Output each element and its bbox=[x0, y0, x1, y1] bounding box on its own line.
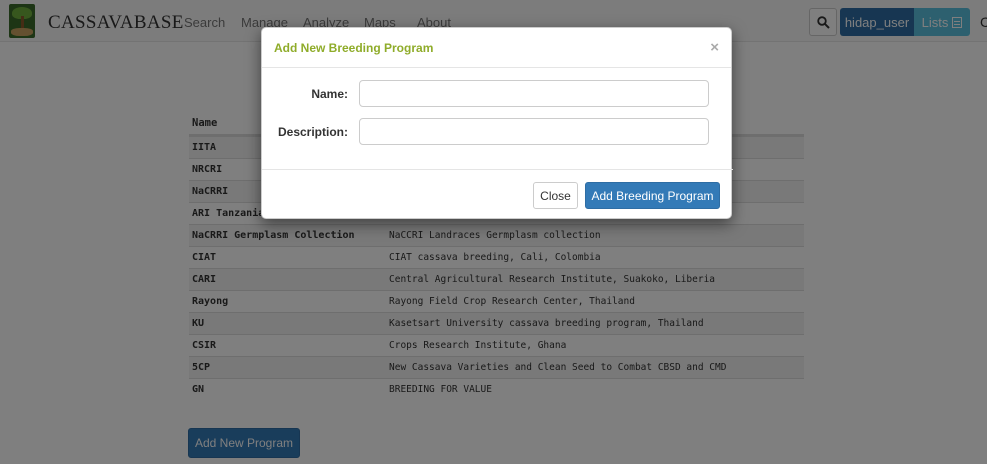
modal-header: Add New Breeding Program × bbox=[262, 28, 731, 68]
modal-title: Add New Breeding Program bbox=[274, 41, 434, 55]
description-form-row: Description: bbox=[262, 118, 733, 145]
description-input[interactable] bbox=[359, 118, 709, 145]
name-form-row: Name: bbox=[262, 80, 733, 107]
modal-footer: Close Add Breeding Program bbox=[262, 169, 733, 219]
close-icon[interactable]: × bbox=[710, 39, 719, 56]
add-breeding-program-button[interactable]: Add Breeding Program bbox=[585, 182, 720, 209]
name-input[interactable] bbox=[359, 80, 709, 107]
name-label: Name: bbox=[311, 87, 348, 101]
add-breeding-program-dialog: Add New Breeding Program × Name: Descrip… bbox=[261, 27, 733, 219]
close-button[interactable]: Close bbox=[533, 182, 578, 209]
description-label: Description: bbox=[277, 125, 348, 139]
